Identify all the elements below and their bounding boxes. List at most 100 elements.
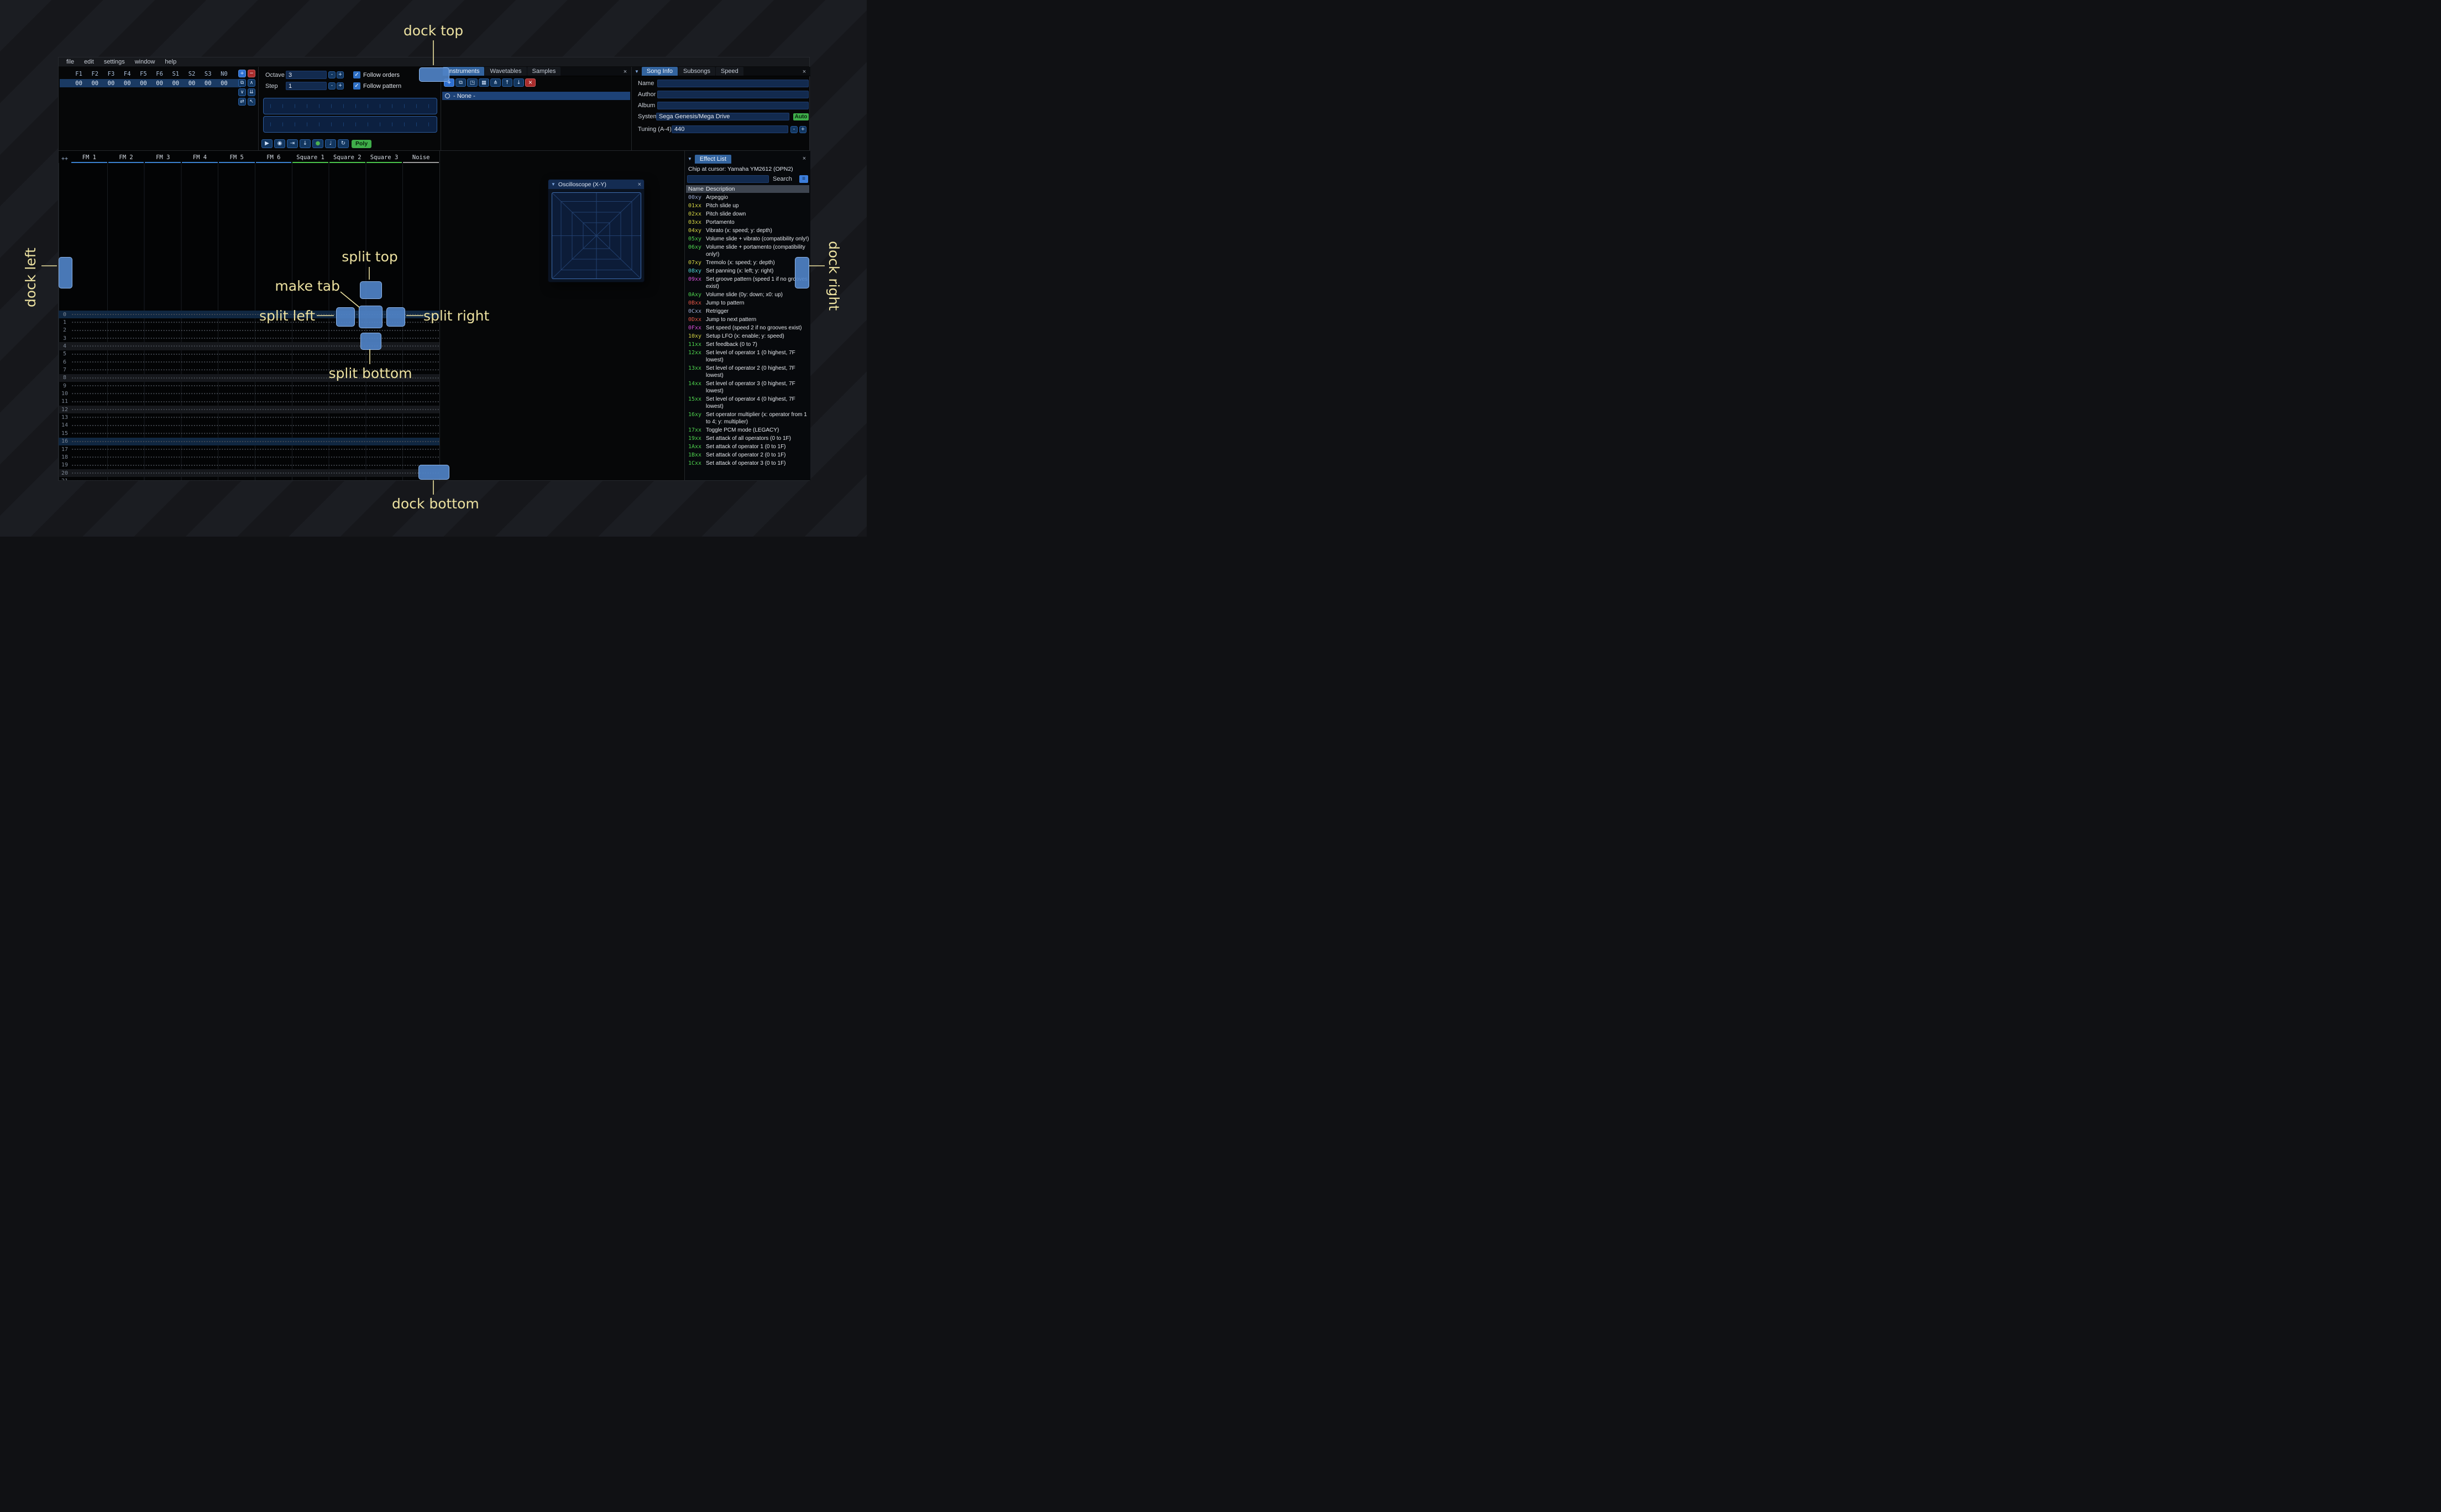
pattern-row[interactable]: 15 xyxy=(59,429,439,438)
oscilloscope-collapse-icon[interactable]: ▼ xyxy=(551,182,556,187)
channel-header-square-1[interactable]: Square 1 xyxy=(292,154,328,163)
keyboard-preview[interactable] xyxy=(263,98,437,133)
pattern-row[interactable]: 9 xyxy=(59,382,439,390)
repeat-pattern-button[interactable]: ↻ xyxy=(338,139,349,148)
album-input[interactable] xyxy=(657,102,809,109)
split-top-target[interactable] xyxy=(360,281,382,299)
oscilloscope-titlebar[interactable]: ▼ Oscilloscope (X-Y) × xyxy=(548,180,644,189)
dock-right-target[interactable] xyxy=(795,257,809,288)
oscilloscope-close-icon[interactable]: × xyxy=(638,181,641,188)
octave-input[interactable]: 3 xyxy=(286,71,327,79)
dock-bottom-target[interactable] xyxy=(418,465,449,480)
keyboard-lower-row[interactable] xyxy=(263,116,437,133)
dock-left-target[interactable] xyxy=(59,257,72,288)
song-info-close-icon[interactable]: × xyxy=(801,69,808,75)
octave-decrement-button[interactable]: - xyxy=(328,71,336,78)
effect-list-collapse-icon[interactable]: ▼ xyxy=(688,156,692,161)
instrument-item-none[interactable]: - None - xyxy=(442,92,630,100)
tab-speed[interactable]: Speed xyxy=(715,67,743,76)
order-duplicate-to-end-button[interactable]: ⇊ xyxy=(248,88,255,96)
dock-top-target[interactable] xyxy=(419,67,449,82)
pattern-row[interactable]: 10 xyxy=(59,390,439,398)
channel-header-fm-5[interactable]: FM 5 xyxy=(218,154,255,163)
order-cell[interactable]: 00 xyxy=(200,80,216,87)
follow-pattern-checkbox[interactable]: ✓ xyxy=(353,82,360,90)
instrument-open-button[interactable]: ◳ xyxy=(467,78,478,87)
step-decrement-button[interactable]: - xyxy=(328,82,336,90)
author-input[interactable] xyxy=(657,91,809,98)
channel-header-fm-6[interactable]: FM 6 xyxy=(255,154,292,163)
menu-item-window[interactable]: window xyxy=(130,58,160,66)
follow-orders-checkbox[interactable]: ✓ xyxy=(353,71,360,78)
order-cell[interactable]: 00 xyxy=(71,80,87,87)
tab-subsongs[interactable]: Subsongs xyxy=(678,67,715,76)
name-input[interactable] xyxy=(657,80,809,87)
instrument-move-up-button[interactable]: ↑ xyxy=(502,78,512,87)
channel-header-square-3[interactable]: Square 3 xyxy=(366,154,402,163)
order-cell[interactable]: 00 xyxy=(119,80,135,87)
channel-header-fm-3[interactable]: FM 3 xyxy=(145,154,181,163)
step-increment-button[interactable]: + xyxy=(337,82,344,90)
order-change-all-button[interactable]: ⇄ xyxy=(238,98,246,106)
tuning-input[interactable]: 440 xyxy=(672,125,788,133)
order-move-down-button[interactable]: ∨ xyxy=(238,88,246,96)
pattern-row[interactable]: 14 xyxy=(59,421,439,430)
tuning-increment-button[interactable]: + xyxy=(799,126,806,133)
order-cell[interactable]: 00 xyxy=(103,80,119,87)
instrument-save-button[interactable]: ▦ xyxy=(479,78,489,87)
play-from-cursor-button[interactable]: ◉ xyxy=(274,139,285,148)
tab-samples[interactable]: Samples xyxy=(527,67,561,76)
pattern-row[interactable]: 21 xyxy=(59,477,439,480)
tuning-decrement-button[interactable]: - xyxy=(790,126,798,133)
poly-button[interactable]: Poly xyxy=(352,139,372,148)
channel-header-fm-2[interactable]: FM 2 xyxy=(108,154,144,163)
effect-search-input[interactable] xyxy=(687,175,769,183)
order-selected-row[interactable]: 00 00 00 00 00 00 00 00 00 00 xyxy=(60,79,241,87)
channel-header-square-2[interactable]: Square 2 xyxy=(329,154,365,163)
record-button[interactable]: ● xyxy=(312,139,323,148)
split-right-target[interactable] xyxy=(386,307,405,327)
pattern-row[interactable]: 20 xyxy=(59,469,439,477)
order-move-up-button[interactable]: ∧ xyxy=(248,79,255,87)
pattern-row[interactable]: 2 xyxy=(59,326,439,335)
effect-menu-button[interactable]: ≡ xyxy=(799,175,808,183)
play-button[interactable]: ▶ xyxy=(261,139,273,148)
pattern-row[interactable]: 19 xyxy=(59,461,439,469)
menu-item-file[interactable]: file xyxy=(62,58,78,66)
step-down-button[interactable]: ↓ xyxy=(300,139,311,148)
order-edit-mode-button[interactable]: ↖ xyxy=(248,98,255,106)
pattern-row[interactable]: 17 xyxy=(59,445,439,454)
menu-item-edit[interactable]: edit xyxy=(80,58,98,66)
instrument-delete-button[interactable]: × xyxy=(525,78,536,87)
make-tab-target[interactable] xyxy=(359,306,383,328)
split-left-target[interactable] xyxy=(336,307,355,327)
instrument-duplicate-button[interactable]: ⧉ xyxy=(455,78,466,87)
channel-header-fm-1[interactable]: FM 1 xyxy=(71,154,107,163)
tab-effect-list[interactable]: Effect List xyxy=(694,155,732,164)
instruments-close-icon[interactable]: × xyxy=(622,69,628,75)
play-one-row-button[interactable]: ⇥ xyxy=(287,139,298,148)
order-cell[interactable]: 00 xyxy=(184,80,200,87)
channel-header-noise[interactable]: Noise xyxy=(403,154,439,163)
tab-song-info[interactable]: Song Info xyxy=(641,67,678,76)
tab-wavetables[interactable]: Wavetables xyxy=(485,67,527,76)
pattern-row[interactable]: 4 xyxy=(59,342,439,350)
pattern-row[interactable]: 11 xyxy=(59,397,439,406)
song-info-collapse-icon[interactable]: ▼ xyxy=(635,69,639,74)
order-add-button[interactable]: + xyxy=(238,70,246,77)
octave-increment-button[interactable]: + xyxy=(337,71,344,78)
pattern-row[interactable]: 5 xyxy=(59,350,439,359)
order-duplicate-button[interactable]: ⧉ xyxy=(238,79,246,87)
split-bottom-target[interactable] xyxy=(360,333,381,350)
menu-item-settings[interactable]: settings xyxy=(99,58,129,66)
order-cell[interactable]: 00 xyxy=(135,80,151,87)
system-input[interactable]: Sega Genesis/Mega Drive xyxy=(656,113,789,120)
channel-header-fm-4[interactable]: FM 4 xyxy=(182,154,218,163)
effect-list-close-icon[interactable]: × xyxy=(801,155,808,162)
keyboard-upper-row[interactable] xyxy=(263,98,437,114)
order-cell[interactable]: 00 xyxy=(167,80,184,87)
order-cell[interactable]: 00 xyxy=(151,80,167,87)
instrument-organize-button[interactable]: ⋔ xyxy=(490,78,501,87)
pattern-expand-button[interactable]: ++ xyxy=(59,154,71,163)
pattern-row[interactable]: 13 xyxy=(59,413,439,422)
